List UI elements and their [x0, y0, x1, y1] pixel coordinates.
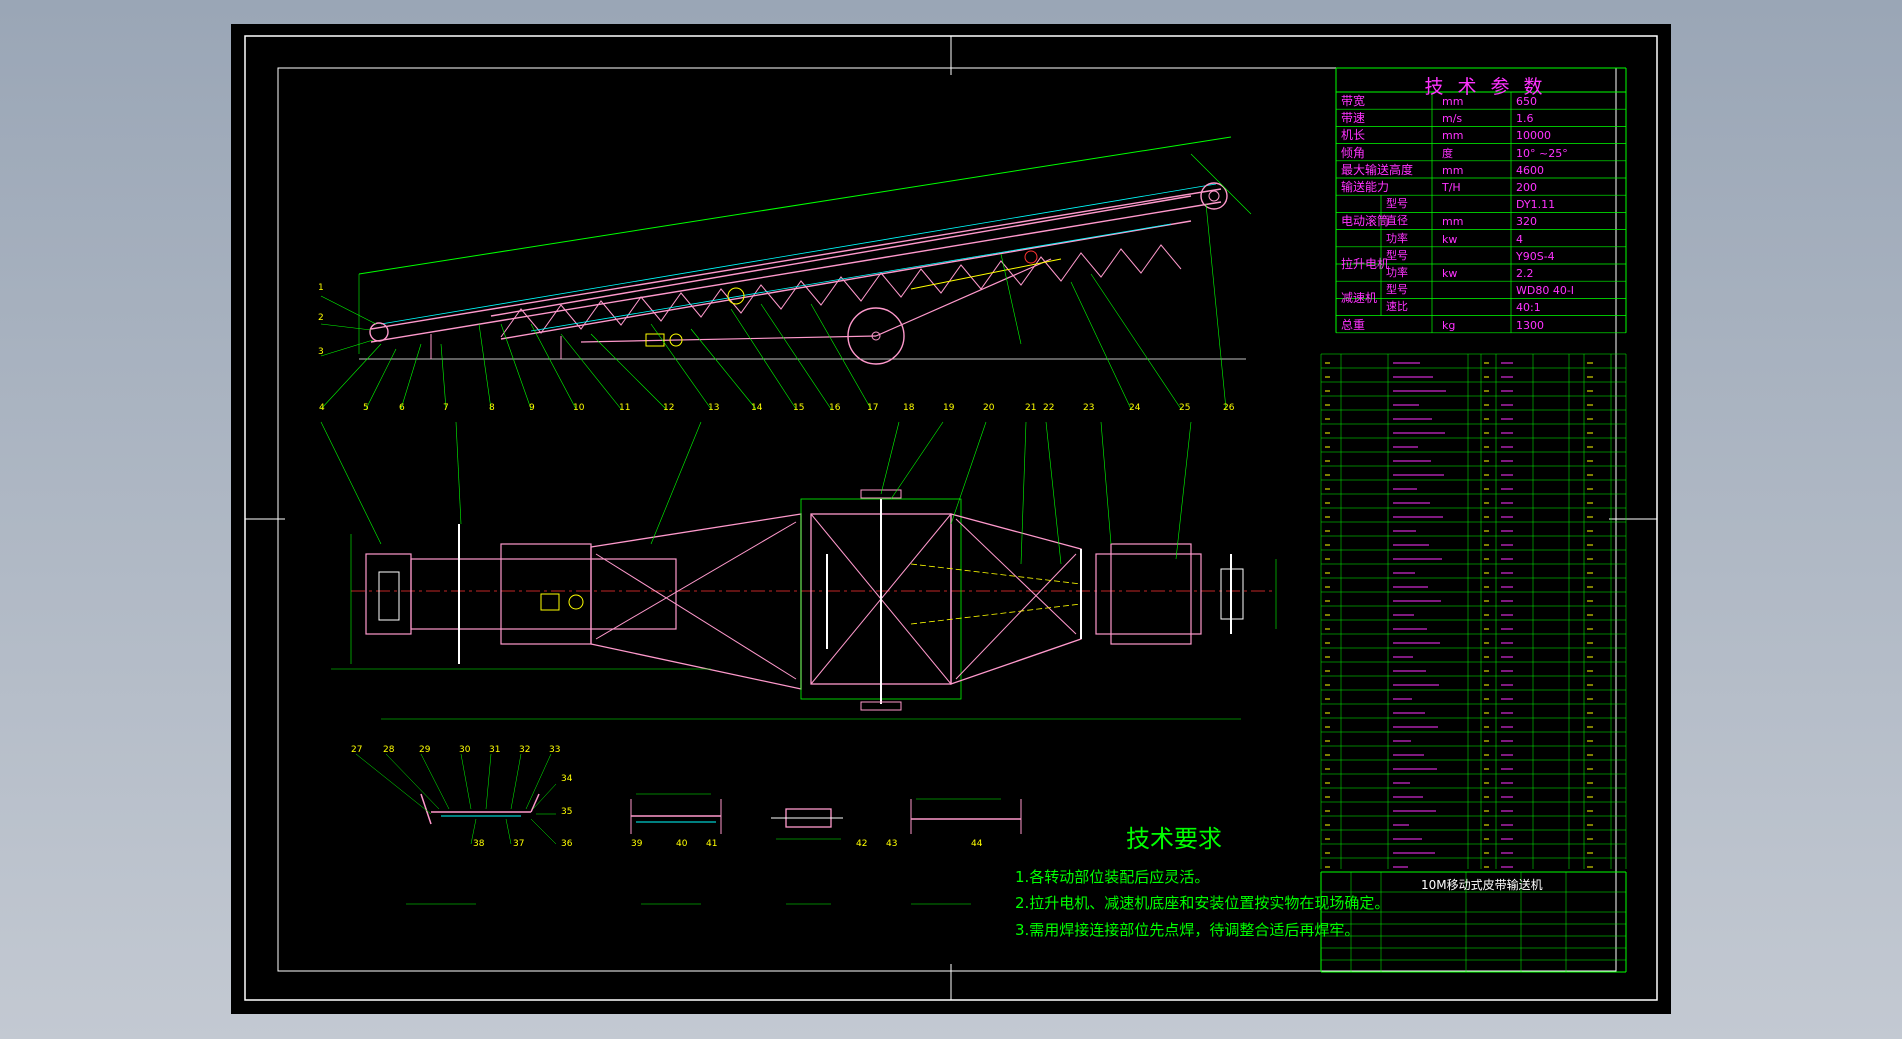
callout-number: 25: [1179, 403, 1190, 413]
requirement-item-1: 1.各转动部位装配后应灵活。: [1015, 868, 1210, 886]
param-value: 10° ~25°: [1516, 146, 1568, 160]
param-value: 1300: [1516, 318, 1544, 332]
param-group-name: 电动滚筒: [1341, 214, 1390, 228]
callout-number: 39: [631, 839, 643, 849]
param-name: 总重: [1341, 317, 1366, 332]
callout-number: 31: [489, 745, 500, 755]
param-value: 1.6: [1516, 112, 1534, 126]
callout-number: 3: [318, 347, 324, 357]
param-name: 带速: [1341, 111, 1366, 126]
callout-number: 5: [363, 403, 369, 413]
drawing-sheet: 1 2 3 4 5 6 7 8 9 10 11 12 13 14 15 16 17 18 19 20 21 22 23 24 2…: [231, 24, 1671, 1014]
param-value: 4600: [1516, 163, 1544, 177]
callout-number: 44: [971, 839, 983, 849]
callout-number: 23: [1083, 403, 1094, 413]
callout-number: 42: [856, 839, 867, 849]
callout-number: 38: [473, 839, 485, 849]
callout-number: 18: [903, 403, 915, 413]
callout-number: 30: [459, 745, 471, 755]
callout-number: 7: [443, 403, 449, 413]
param-value: 200: [1516, 181, 1537, 194]
callout-number: 43: [886, 839, 897, 849]
param-name: 输送能力: [1341, 180, 1390, 194]
callout-number: 22: [1043, 403, 1054, 413]
param-sub-name: 直径: [1386, 214, 1408, 228]
param-value: DY1.11: [1516, 198, 1556, 212]
callout-number: 26: [1223, 403, 1235, 413]
param-value: 4: [1516, 232, 1523, 246]
plan-view: [331, 489, 1277, 720]
callout-number: 19: [943, 403, 955, 413]
requirements-title: 技术要求: [1126, 825, 1222, 853]
head-pulley: [1200, 182, 1228, 210]
requirement-item-2: 2.拉升电机、减速机底座和安装位置按实物在现场确定。: [1015, 894, 1390, 912]
callout-number: 35: [561, 807, 572, 817]
callout-number: 15: [793, 403, 804, 413]
callout-number: 16: [829, 403, 841, 413]
param-sub-name: 速比: [1386, 300, 1408, 314]
param-unit: mm: [1442, 95, 1464, 108]
callout-number: 12: [663, 403, 674, 413]
callout-number: 4: [319, 403, 325, 413]
section-details: [355, 753, 1022, 905]
param-name: 机长: [1341, 128, 1366, 143]
param-value: WD80 40-I: [1516, 284, 1575, 298]
param-unit: mm: [1442, 163, 1464, 177]
drawing-title: 10M移动式皮带输送机: [1421, 878, 1543, 892]
side-view: [358, 136, 1252, 365]
param-name: 倾角: [1341, 145, 1366, 160]
param-sub-name: 型号: [1386, 248, 1408, 262]
callout-number: 11: [619, 403, 630, 413]
callout-number: 10: [573, 403, 585, 413]
callout-number: 28: [383, 745, 395, 755]
callout-number: 24: [1129, 403, 1141, 413]
param-sub-name: 功率: [1386, 231, 1408, 245]
callout-number: 2: [318, 313, 324, 323]
param-unit: kw: [1442, 232, 1458, 246]
param-sub-name: 型号: [1386, 197, 1408, 211]
side-leaders: [320, 203, 1227, 410]
callout-number: 17: [867, 403, 878, 413]
callout-number: 36: [561, 839, 573, 849]
param-unit: T/H: [1442, 181, 1461, 194]
callout-number: 1: [318, 283, 324, 293]
param-unit: kg: [1442, 318, 1456, 332]
param-name: 带宽: [1341, 94, 1366, 108]
callout-number: 32: [519, 745, 530, 755]
param-value: 2.2: [1516, 267, 1534, 280]
callout-number: 6: [399, 403, 405, 413]
callout-number: 21: [1025, 403, 1036, 413]
requirement-item-3: 3.需用焊接连接部位先点焊，待调整合适后再焊牢。: [1015, 921, 1360, 939]
callout-number: 29: [419, 745, 431, 755]
callout-number: 40: [676, 839, 688, 849]
callout-number: 27: [351, 745, 362, 755]
callout-number: 37: [513, 839, 524, 849]
param-sub-name: 功率: [1386, 266, 1408, 279]
param-value: 320: [1516, 215, 1537, 229]
plan-leaders: [320, 421, 1192, 565]
callout-number: 14: [751, 403, 763, 413]
callout-number: 20: [983, 403, 995, 413]
param-value: Y90S-4: [1516, 249, 1555, 263]
tail-pulley: [369, 322, 389, 342]
callout-number: 33: [549, 745, 560, 755]
param-unit: mm: [1442, 215, 1464, 229]
param-unit: m/s: [1442, 112, 1463, 126]
param-value: 10000: [1516, 129, 1551, 143]
callout-number: 9: [529, 403, 535, 413]
param-unit: 度: [1442, 146, 1453, 160]
param-unit: mm: [1442, 129, 1464, 143]
param-table-title: 技 术 参 数: [1424, 76, 1547, 98]
param-value: 40:1: [1516, 301, 1541, 315]
param-group-name: 减速机: [1341, 291, 1378, 306]
param-value: 650: [1516, 95, 1537, 108]
param-sub-name: 型号: [1386, 283, 1408, 297]
callout-number: 41: [706, 839, 717, 849]
param-group-name: 拉升电机: [1341, 257, 1390, 271]
callout-number: 13: [708, 403, 719, 413]
param-unit: kw: [1442, 267, 1458, 280]
param-name: 最大输送高度: [1341, 162, 1414, 177]
callout-number: 34: [561, 774, 573, 784]
callout-number: 8: [489, 403, 495, 413]
